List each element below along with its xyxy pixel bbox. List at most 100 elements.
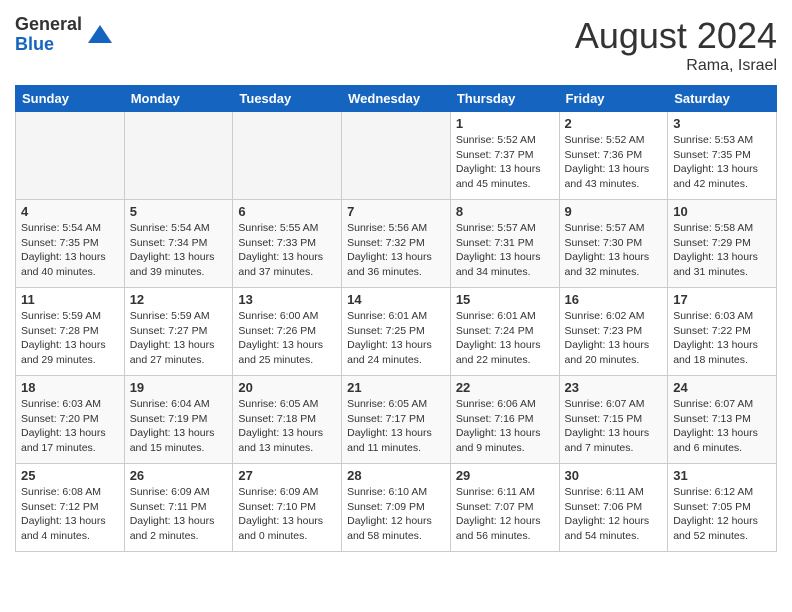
day-number: 14 [347, 292, 445, 307]
logo: General Blue [15, 15, 114, 55]
day-number: 11 [21, 292, 119, 307]
calendar-day-cell: 25 Sunrise: 6:08 AM Sunset: 7:12 PM Dayli… [16, 464, 125, 552]
day-number: 4 [21, 204, 119, 219]
calendar-week-row: 1 Sunrise: 5:52 AM Sunset: 7:37 PM Daylig… [16, 112, 777, 200]
calendar-day-cell: 3 Sunrise: 5:53 AM Sunset: 7:35 PM Daylig… [668, 112, 777, 200]
calendar-day-cell: 27 Sunrise: 6:09 AM Sunset: 7:10 PM Dayli… [233, 464, 342, 552]
logo-general-text: General [15, 15, 82, 35]
day-info: Sunrise: 5:57 AM Sunset: 7:31 PM Dayligh… [456, 221, 554, 280]
day-info: Sunrise: 6:03 AM Sunset: 7:20 PM Dayligh… [21, 397, 119, 456]
day-info: Sunrise: 6:03 AM Sunset: 7:22 PM Dayligh… [673, 309, 771, 368]
calendar-day-cell: 15Sunrise: 6:01 AM Sunset: 7:24 PM Dayli… [450, 288, 559, 376]
day-number: 31 [673, 468, 771, 483]
calendar-day-cell: 12 Sunrise: 5:59 AM Sunset: 7:27 PM Dayli… [124, 288, 233, 376]
day-number: 25 [21, 468, 119, 483]
day-info: Sunrise: 6:02 AM Sunset: 7:23 PM Dayligh… [565, 309, 663, 368]
day-number: 27 [238, 468, 336, 483]
day-info: Sunrise: 6:12 AM Sunset: 7:05 PM Dayligh… [673, 485, 771, 544]
calendar-day-cell: 11 Sunrise: 5:59 AM Sunset: 7:28 PM Dayli… [16, 288, 125, 376]
calendar-day-cell: 5 Sunrise: 5:54 AM Sunset: 7:34 PM Daylig… [124, 200, 233, 288]
day-number: 5 [130, 204, 228, 219]
day-info: Sunrise: 5:53 AM Sunset: 7:35 PM Dayligh… [673, 133, 771, 192]
logo-icon [86, 21, 114, 49]
calendar-day-cell: 18 Sunrise: 6:03 AM Sunset: 7:20 PM Dayli… [16, 376, 125, 464]
day-info: Sunrise: 5:52 AM Sunset: 7:36 PM Dayligh… [565, 133, 663, 192]
calendar-day-cell: 1 Sunrise: 5:52 AM Sunset: 7:37 PM Daylig… [450, 112, 559, 200]
calendar-week-row: 18 Sunrise: 6:03 AM Sunset: 7:20 PM Dayli… [16, 376, 777, 464]
day-info: Sunrise: 5:57 AM Sunset: 7:30 PM Dayligh… [565, 221, 663, 280]
day-info: Sunrise: 6:11 AM Sunset: 7:06 PM Dayligh… [565, 485, 663, 544]
day-info: Sunrise: 6:11 AM Sunset: 7:07 PM Dayligh… [456, 485, 554, 544]
weekday-header-row: SundayMondayTuesdayWednesdayThursdayFrid… [16, 86, 777, 112]
day-number: 23 [565, 380, 663, 395]
day-info: Sunrise: 5:54 AM Sunset: 7:34 PM Dayligh… [130, 221, 228, 280]
calendar-day-cell: 28Sunrise: 6:10 AM Sunset: 7:09 PM Dayli… [342, 464, 451, 552]
calendar-day-cell: 4 Sunrise: 5:54 AM Sunset: 7:35 PM Daylig… [16, 200, 125, 288]
weekday-header-friday: Friday [559, 86, 668, 112]
day-number: 24 [673, 380, 771, 395]
day-info: Sunrise: 6:08 AM Sunset: 7:12 PM Dayligh… [21, 485, 119, 544]
logo-blue-text: Blue [15, 35, 82, 55]
day-info: Sunrise: 5:59 AM Sunset: 7:28 PM Dayligh… [21, 309, 119, 368]
day-info: Sunrise: 6:00 AM Sunset: 7:26 PM Dayligh… [238, 309, 336, 368]
day-info: Sunrise: 6:09 AM Sunset: 7:11 PM Dayligh… [130, 485, 228, 544]
day-number: 12 [130, 292, 228, 307]
day-info: Sunrise: 5:56 AM Sunset: 7:32 PM Dayligh… [347, 221, 445, 280]
calendar-week-row: 25 Sunrise: 6:08 AM Sunset: 7:12 PM Dayli… [16, 464, 777, 552]
calendar-day-cell [342, 112, 451, 200]
weekday-header-sunday: Sunday [16, 86, 125, 112]
weekday-header-thursday: Thursday [450, 86, 559, 112]
month-year-title: August 2024 [575, 15, 777, 57]
day-number: 21 [347, 380, 445, 395]
calendar-day-cell: 14 Sunrise: 6:01 AM Sunset: 7:25 PM Dayli… [342, 288, 451, 376]
calendar-day-cell: 24 Sunrise: 6:07 AM Sunset: 7:13 PM Dayli… [668, 376, 777, 464]
day-number: 30 [565, 468, 663, 483]
calendar-day-cell: 10Sunrise: 5:58 AM Sunset: 7:29 PM Dayli… [668, 200, 777, 288]
day-info: Sunrise: 5:52 AM Sunset: 7:37 PM Dayligh… [456, 133, 554, 192]
day-number: 6 [238, 204, 336, 219]
day-number: 10 [673, 204, 771, 219]
day-info: Sunrise: 6:09 AM Sunset: 7:10 PM Dayligh… [238, 485, 336, 544]
day-info: Sunrise: 6:10 AM Sunset: 7:09 PM Dayligh… [347, 485, 445, 544]
day-number: 9 [565, 204, 663, 219]
day-number: 19 [130, 380, 228, 395]
day-number: 20 [238, 380, 336, 395]
day-info: Sunrise: 6:07 AM Sunset: 7:13 PM Dayligh… [673, 397, 771, 456]
day-number: 26 [130, 468, 228, 483]
day-info: Sunrise: 6:05 AM Sunset: 7:17 PM Dayligh… [347, 397, 445, 456]
calendar-day-cell: 30 Sunrise: 6:11 AM Sunset: 7:06 PM Dayli… [559, 464, 668, 552]
calendar-day-cell [16, 112, 125, 200]
calendar-day-cell [124, 112, 233, 200]
day-info: Sunrise: 6:05 AM Sunset: 7:18 PM Dayligh… [238, 397, 336, 456]
day-number: 15 [456, 292, 554, 307]
location-subtitle: Rama, Israel [575, 57, 777, 75]
calendar-day-cell: 6 Sunrise: 5:55 AM Sunset: 7:33 PM Daylig… [233, 200, 342, 288]
day-number: 1 [456, 116, 554, 131]
weekday-header-saturday: Saturday [668, 86, 777, 112]
calendar-day-cell [233, 112, 342, 200]
day-info: Sunrise: 6:07 AM Sunset: 7:15 PM Dayligh… [565, 397, 663, 456]
day-info: Sunrise: 5:59 AM Sunset: 7:27 PM Dayligh… [130, 309, 228, 368]
calendar-table: SundayMondayTuesdayWednesdayThursdayFrid… [15, 85, 777, 552]
day-info: Sunrise: 5:55 AM Sunset: 7:33 PM Dayligh… [238, 221, 336, 280]
title-section: August 2024 Rama, Israel [575, 15, 777, 75]
calendar-day-cell: 8 Sunrise: 5:57 AM Sunset: 7:31 PM Daylig… [450, 200, 559, 288]
calendar-week-row: 4 Sunrise: 5:54 AM Sunset: 7:35 PM Daylig… [16, 200, 777, 288]
day-number: 16 [565, 292, 663, 307]
weekday-header-tuesday: Tuesday [233, 86, 342, 112]
day-number: 7 [347, 204, 445, 219]
calendar-day-cell: 2 Sunrise: 5:52 AM Sunset: 7:36 PM Daylig… [559, 112, 668, 200]
calendar-week-row: 11 Sunrise: 5:59 AM Sunset: 7:28 PM Dayli… [16, 288, 777, 376]
calendar-day-cell: 31 Sunrise: 6:12 AM Sunset: 7:05 PM Dayli… [668, 464, 777, 552]
day-number: 8 [456, 204, 554, 219]
calendar-day-cell: 9 Sunrise: 5:57 AM Sunset: 7:30 PM Daylig… [559, 200, 668, 288]
day-info: Sunrise: 6:01 AM Sunset: 7:25 PM Dayligh… [347, 309, 445, 368]
day-number: 2 [565, 116, 663, 131]
day-number: 18 [21, 380, 119, 395]
calendar-day-cell: 17Sunrise: 6:03 AM Sunset: 7:22 PM Dayli… [668, 288, 777, 376]
calendar-day-cell: 23 Sunrise: 6:07 AM Sunset: 7:15 PM Dayli… [559, 376, 668, 464]
weekday-header-wednesday: Wednesday [342, 86, 451, 112]
day-number: 22 [456, 380, 554, 395]
day-info: Sunrise: 5:54 AM Sunset: 7:35 PM Dayligh… [21, 221, 119, 280]
day-number: 3 [673, 116, 771, 131]
